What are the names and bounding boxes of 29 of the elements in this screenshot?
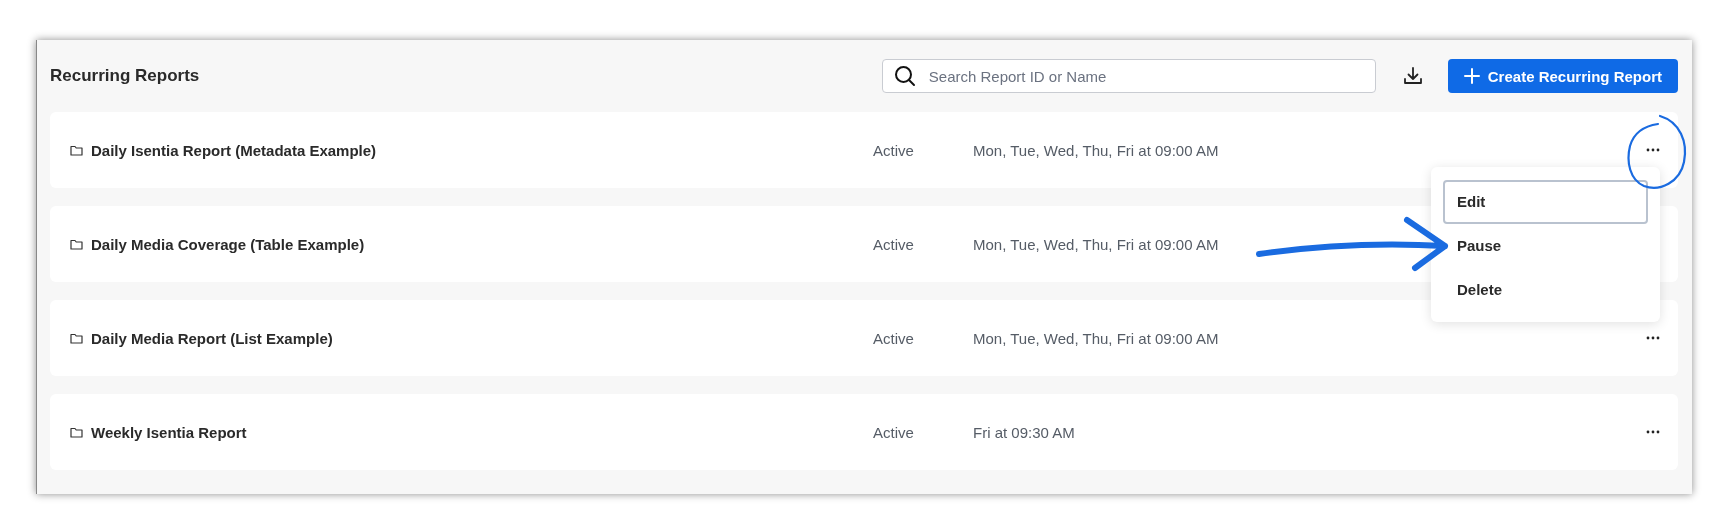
plus-icon	[1463, 68, 1480, 84]
download-icon	[1401, 65, 1424, 87]
report-row[interactable]: Daily Isentia Report (Metadata Example) Active Mon, Tue, Wed, Thu, Fri at 09:00 AM	[50, 112, 1678, 188]
report-schedule: Mon, Tue, Wed, Thu, Fri at 09:00 AM	[973, 329, 1219, 347]
report-status: Active	[873, 423, 915, 441]
page-title: Recurring Reports	[50, 66, 201, 86]
report-name: Daily Media Report (List Example)	[91, 329, 333, 347]
report-schedule: Fri at 09:30 AM	[973, 423, 1075, 441]
report-status: Active	[873, 141, 915, 159]
folder-icon	[70, 332, 83, 344]
more-icon	[1646, 430, 1660, 434]
create-report-button[interactable]: Create Recurring Report	[1447, 59, 1678, 93]
report-status: Active	[873, 329, 915, 347]
report-name: Weekly Isentia Report	[91, 423, 247, 441]
search-field[interactable]: Search Report ID or Name	[881, 59, 1376, 93]
report-row[interactable]: Daily Media Report (List Example) Active Mon, Tue, Wed, Thu, Fri at 09:00 AM	[50, 300, 1678, 376]
report-row[interactable]: Weekly Isentia Report Active Fri at 09:30 AM	[50, 394, 1678, 470]
report-schedule: Mon, Tue, Wed, Thu, Fri at 09:00 AM	[973, 141, 1219, 159]
report-schedule: Mon, Tue, Wed, Thu, Fri at 09:00 AM	[973, 235, 1219, 253]
folder-icon	[70, 144, 83, 156]
report-status: Active	[873, 235, 915, 253]
more-icon	[1646, 148, 1660, 152]
folder-icon	[70, 426, 83, 438]
menu-item[interactable]: Edit	[1443, 180, 1648, 224]
more-icon	[1646, 336, 1660, 340]
menu-item[interactable]: Pause	[1443, 224, 1648, 268]
report-name: Daily Media Coverage (Table Example)	[91, 235, 365, 253]
folder-icon	[70, 238, 83, 250]
report-name: Daily Isentia Report (Metadata Example)	[91, 141, 377, 159]
